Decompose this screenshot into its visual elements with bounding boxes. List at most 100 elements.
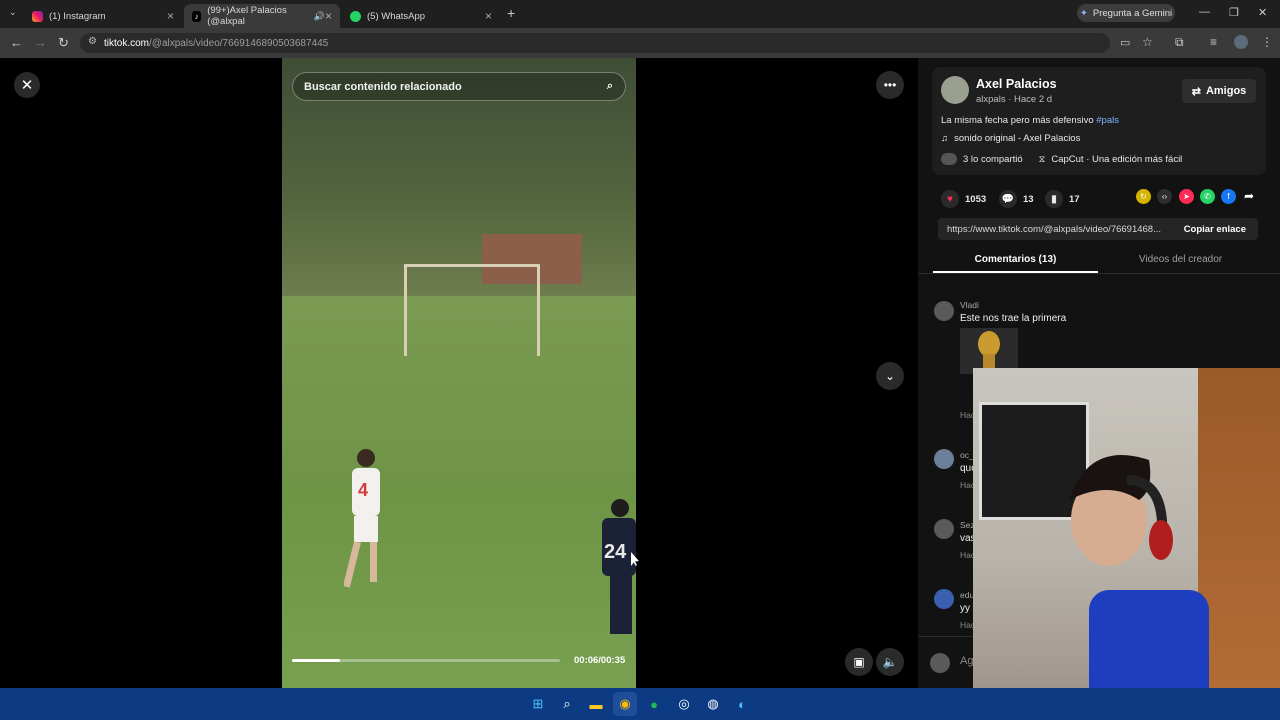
share-link-box: https://www.tiktok.com/@alxpals/video/76… <box>938 218 1258 240</box>
comment-text: Este nos trae la primera <box>960 313 1067 324</box>
friends-label: Amigos <box>1205 85 1247 97</box>
app-icon[interactable]: ◍ <box>701 692 725 716</box>
tab-creator-videos[interactable]: Videos del creador <box>1098 254 1263 265</box>
maximize-icon[interactable]: ❐ <box>1229 6 1239 19</box>
post-description: La misma fecha pero más defensivo #pals <box>941 115 1119 126</box>
tab-comments[interactable]: Comentarios (13) <box>933 254 1098 265</box>
author-handle[interactable]: alxpals · Hace 2 d <box>976 94 1052 105</box>
close-tab-icon[interactable]: × <box>167 9 174 23</box>
close-icon: ✕ <box>20 77 34 94</box>
start-icon[interactable]: ⊞ <box>526 692 550 716</box>
comment-user[interactable]: Vladi <box>960 300 979 310</box>
volume-icon: 🔈 <box>882 655 898 669</box>
minimize-icon[interactable]: — <box>1199 6 1210 18</box>
tab-tiktok[interactable]: ♪ (99+)Axel Palacios (@alxpal 🔊 × <box>184 4 340 28</box>
close-tab-icon[interactable]: × <box>485 9 492 23</box>
facebook-share-icon[interactable]: f <box>1221 189 1236 204</box>
capcut-label[interactable]: CapCut · Una edición más fácil <box>1051 154 1182 165</box>
like-stat[interactable]: ♥ 1053 <box>941 190 986 208</box>
extensions-icon[interactable]: ⧉ <box>1175 35 1184 50</box>
forward-icon[interactable]: → <box>34 35 47 50</box>
webcam-background-wardrobe <box>1198 368 1280 720</box>
share-link-text[interactable]: https://www.tiktok.com/@alxpals/video/76… <box>947 224 1161 235</box>
chrome-icon[interactable]: ◉ <box>613 692 637 716</box>
back-icon[interactable]: ← <box>10 35 23 50</box>
file-explorer-icon[interactable]: ▬ <box>584 692 608 716</box>
video-player-dark: 24 <box>602 499 636 634</box>
author-avatar[interactable] <box>941 76 969 104</box>
tab-separator <box>918 273 1280 274</box>
tiktok-icon: ♪ <box>192 10 202 22</box>
video-progress-bar[interactable] <box>292 659 560 662</box>
pip-button[interactable]: ▣ <box>845 648 873 676</box>
video-progress-fill <box>292 659 341 662</box>
audio-playing-icon[interactable]: 🔊 <box>314 11 325 22</box>
more-options-button[interactable]: ••• <box>876 71 904 99</box>
next-video-button[interactable]: ⌄ <box>876 362 904 390</box>
own-avatar <box>930 653 950 673</box>
copy-link-button[interactable]: Copiar enlace <box>1184 224 1246 235</box>
site-info-icon[interactable]: ⚙ <box>88 36 97 47</box>
save-stat[interactable]: ▮ 17 <box>1045 190 1080 208</box>
webcam-overlay <box>973 368 1280 720</box>
comment-avatar[interactable] <box>934 519 954 539</box>
search-taskbar-icon[interactable]: ⌕ <box>555 692 579 716</box>
bookmark-star-icon[interactable]: ☆ <box>1142 35 1153 49</box>
tab-label: (1) Instagram <box>49 10 106 22</box>
video-goal <box>404 264 540 356</box>
comment-avatar[interactable] <box>934 301 954 321</box>
repost-icon[interactable]: ↻ <box>1136 189 1151 204</box>
comment-stat[interactable]: 💬 13 <box>999 190 1034 208</box>
address-bar[interactable]: ⚙ tiktok.com /@alxpals/video/76691468905… <box>80 33 1110 53</box>
close-video-button[interactable]: ✕ <box>14 72 40 98</box>
tab-search-icon[interactable]: ⌄ <box>9 7 17 18</box>
player-number: 24 <box>604 541 627 563</box>
embed-icon[interactable]: ‹› <box>1157 189 1172 204</box>
video-player[interactable]: 4 24 <box>282 58 636 688</box>
url-host: tiktok.com <box>104 37 150 49</box>
sound-row[interactable]: ♫ sonido original - Axel Palacios <box>941 133 1080 144</box>
heart-icon[interactable]: ♥ <box>941 190 959 208</box>
comment-icon[interactable]: 💬 <box>999 190 1017 208</box>
url-path: /@alxpals/video/7669146890503687445 <box>149 37 329 49</box>
add-comment-input[interactable]: Ag <box>960 655 973 667</box>
webcam-person <box>1069 455 1209 720</box>
reload-icon[interactable]: ↻ <box>58 35 69 51</box>
tab-whatsapp[interactable]: (5) WhatsApp × <box>342 4 500 28</box>
send-icon[interactable]: ➤ <box>1179 189 1194 204</box>
close-tab-icon[interactable]: × <box>325 9 332 23</box>
friends-button[interactable]: ⇄ Amigos <box>1182 79 1256 103</box>
hashtag-link[interactable]: #pals <box>1096 115 1119 126</box>
globe-icon[interactable]: ◐ <box>730 692 754 716</box>
player-number: 4 <box>358 480 368 500</box>
tab-label: (5) WhatsApp <box>367 10 426 22</box>
shared-label[interactable]: 3 lo compartió <box>963 154 1023 165</box>
search-icon[interactable]: ⌕ <box>607 80 613 93</box>
spotify-icon[interactable]: ● <box>642 692 666 716</box>
video-player-white: 4 <box>344 449 380 588</box>
menu-icon[interactable]: ⋮ <box>1261 35 1273 49</box>
comment-avatar[interactable] <box>934 449 954 469</box>
whatsapp-share-icon[interactable]: ✆ <box>1200 189 1215 204</box>
close-window-icon[interactable]: ✕ <box>1258 6 1267 19</box>
cast-icon[interactable]: ▭ <box>1120 36 1130 49</box>
ellipsis-icon: ••• <box>883 78 897 92</box>
share-arrow-icon[interactable]: ➦ <box>1244 189 1254 203</box>
volume-button[interactable]: 🔈 <box>876 648 904 676</box>
new-tab-icon[interactable]: + <box>507 5 515 21</box>
comment-user[interactable]: oc_ <box>960 450 974 460</box>
browser-tab-bar: ⌄ (1) Instagram × ♪ (99+)Axel Palacios (… <box>0 0 1280 28</box>
bookmark-icon[interactable]: ▮ <box>1045 190 1063 208</box>
instagram-icon <box>32 10 43 22</box>
profile-avatar[interactable] <box>1234 35 1248 49</box>
tab-instagram[interactable]: (1) Instagram × <box>24 4 182 28</box>
obs-icon[interactable]: ◎ <box>672 692 696 716</box>
capcut-icon: ⧖ <box>1038 153 1046 165</box>
author-name[interactable]: Axel Palacios <box>976 77 1057 91</box>
comment-avatar[interactable] <box>934 589 954 609</box>
media-control-icon[interactable]: ≡ <box>1210 35 1217 49</box>
shared-avatars <box>941 153 957 165</box>
gemini-button[interactable]: ✦ Pregunta a Gemini <box>1077 4 1175 22</box>
gemini-label: Pregunta a Gemini <box>1092 7 1173 19</box>
related-search-input[interactable]: Buscar contenido relacionado ⌕ <box>292 72 626 101</box>
